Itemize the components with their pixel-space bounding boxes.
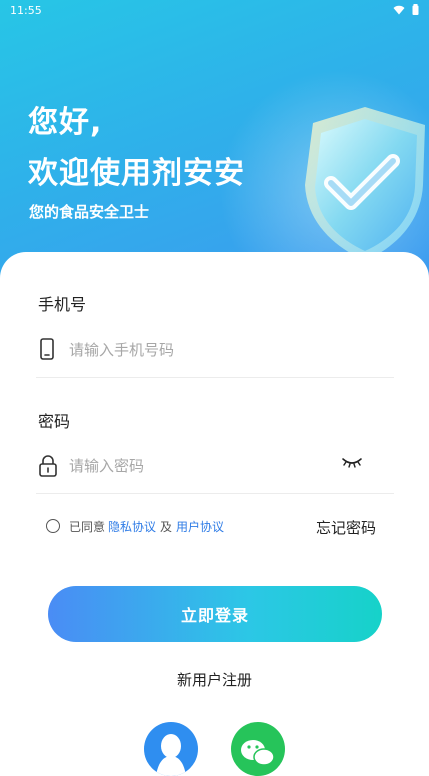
password-divider	[36, 493, 394, 494]
login-button[interactable]: 立即登录	[48, 586, 382, 642]
status-icons	[393, 4, 420, 18]
phone-icon	[40, 338, 54, 360]
lock-icon	[39, 455, 57, 477]
agreement-row: 已同意 隐私协议 及 用户协议	[46, 516, 224, 536]
eye-closed-icon[interactable]	[341, 455, 363, 469]
password-input[interactable]	[69, 454, 329, 478]
status-time: 11:55	[10, 4, 42, 17]
agreement-prefix: 已同意	[69, 519, 106, 534]
wechat-login-button[interactable]	[231, 722, 285, 776]
qq-login-button[interactable]	[144, 722, 198, 776]
phone-divider	[36, 377, 394, 378]
privacy-link[interactable]: 隐私协议	[108, 518, 156, 535]
hero-subtitle: 您的食品安全卫士	[29, 203, 150, 221]
forgot-password-link[interactable]: 忘记密码	[316, 517, 376, 538]
greeting-line1: 您好,	[28, 105, 103, 140]
greeting-line2: 欢迎使用剂安安	[28, 156, 245, 191]
qq-icon	[156, 734, 186, 776]
shield-check-icon	[305, 107, 425, 261]
phone-label: 手机号	[38, 295, 87, 314]
password-label: 密码	[38, 412, 71, 431]
wechat-icon	[241, 740, 275, 766]
phone-input[interactable]	[69, 338, 329, 362]
battery-icon	[412, 4, 419, 15]
wifi-icon	[393, 5, 404, 15]
agreement-radio[interactable]	[46, 519, 60, 533]
register-link[interactable]: 新用户注册	[0, 669, 429, 690]
status-bar: 11:55	[0, 0, 429, 22]
agreement-joiner: 及	[160, 519, 173, 534]
user-agreement-link[interactable]: 用户协议	[176, 518, 224, 535]
